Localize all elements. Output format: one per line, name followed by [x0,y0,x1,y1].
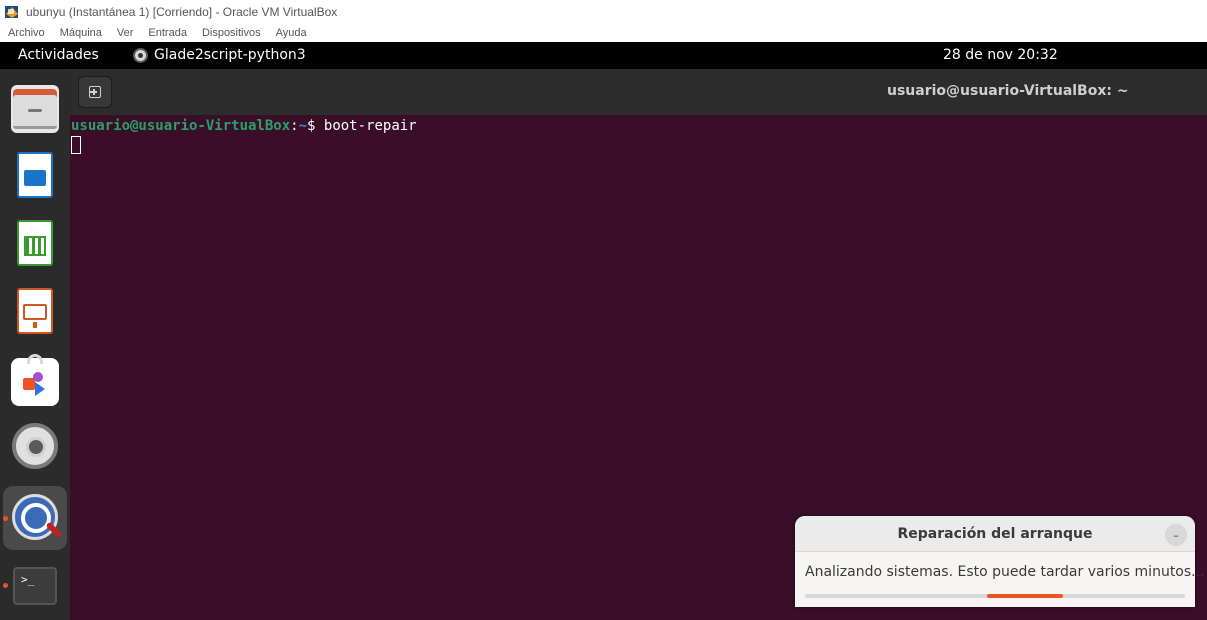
running-indicator [3,516,8,521]
dialog-header: Reparación del arranque – [795,516,1195,552]
terminal-icon[interactable]: >_ [13,567,57,605]
menu-ayuda[interactable]: Ayuda [276,27,307,39]
progress-bar-fill [987,594,1064,598]
running-indicator [3,583,8,588]
text-cursor [71,136,81,154]
app-menu-label: Glade2script-python3 [154,47,306,63]
libreoffice-calc-icon[interactable] [11,220,59,268]
dialog-title: Reparación del arranque [897,526,1093,542]
new-tab-icon [89,86,101,98]
app-center-icon[interactable] [11,354,59,406]
boot-repair-icon[interactable] [12,494,63,540]
vbox-window-title: ubunyu (Instantánea 1) [Corriendo] - Ora… [26,5,338,19]
dialog-message: Analizando sistemas. Esto puede tardar v… [805,564,1205,580]
terminal-header-bar: usuario@usuario-VirtualBox: ~ [70,69,1207,115]
minimize-button[interactable]: – [1165,524,1187,546]
activities-button[interactable]: Actividades [18,47,99,63]
prompt-colon: : [290,118,299,134]
libreoffice-writer-icon[interactable] [11,152,59,200]
files-icon[interactable] [11,85,59,133]
progress-bar [805,594,1185,598]
menu-dispositivos[interactable]: Dispositivos [202,27,261,39]
vbox-menu-bar: Archivo Máquina Ver Entrada Dispositivos… [0,24,1207,42]
glade2script-icon [133,47,148,63]
prompt-symbol: $ [307,118,324,134]
menu-archivo[interactable]: Archivo [8,27,45,39]
menu-entrada[interactable]: Entrada [148,27,187,39]
menu-maquina[interactable]: Máquina [60,27,102,39]
typed-command: boot-repair [323,118,417,134]
prompt-user-host: usuario@usuario-VirtualBox [71,118,291,134]
terminal-icon-glyph: >_ [21,573,35,586]
dock: >_ [0,69,70,620]
libreoffice-impress-icon[interactable] [11,288,59,336]
clock[interactable]: 28 de nov 20:32 [943,47,1058,63]
virtualbox-icon [4,4,20,20]
menu-ver[interactable]: Ver [117,27,134,39]
boot-repair-dialog: Reparación del arranque – Analizando sis… [795,516,1205,607]
vbox-title-bar: ubunyu (Instantánea 1) [Corriendo] - Ora… [0,0,1207,24]
terminal-title: usuario@usuario-VirtualBox: ~ [887,83,1129,99]
settings-icon[interactable] [12,423,58,469]
new-tab-button[interactable] [78,76,112,108]
prompt-path: ~ [298,118,308,134]
gnome-top-bar: Actividades Glade2script-python3 28 de n… [0,42,1207,69]
app-menu[interactable]: Glade2script-python3 [133,47,306,63]
prompt-line: usuario@usuario-VirtualBox:~$ boot-repai… [71,118,417,134]
